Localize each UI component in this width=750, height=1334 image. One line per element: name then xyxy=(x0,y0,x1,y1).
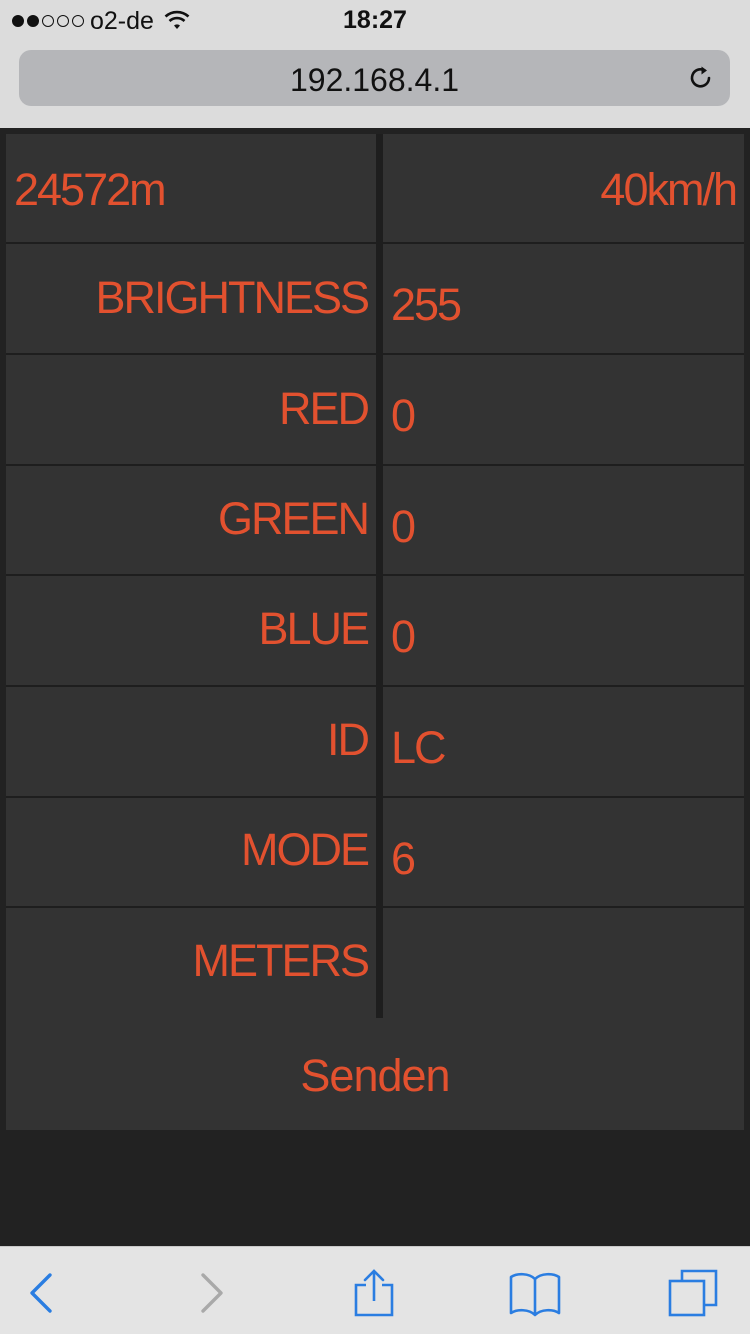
value-field-green[interactable]: 0 xyxy=(383,466,744,574)
setting-value-green[interactable]: 0 xyxy=(391,501,416,553)
tabs-icon[interactable] xyxy=(666,1265,722,1321)
distance-cell: 24572m xyxy=(6,134,376,242)
setting-value-blue[interactable]: 0 xyxy=(391,611,416,663)
setting-label-green: GREEN xyxy=(217,493,370,544)
forward-icon[interactable] xyxy=(183,1265,239,1321)
back-icon[interactable] xyxy=(14,1265,70,1321)
url-text[interactable]: 192.168.4.1 xyxy=(19,62,730,99)
value-field-blue[interactable]: 0 xyxy=(383,576,744,685)
label-cell-meters: METERS xyxy=(6,908,376,1018)
reload-icon[interactable] xyxy=(686,63,716,93)
status-time: 18:27 xyxy=(343,6,407,34)
share-icon[interactable] xyxy=(346,1265,402,1321)
bookmarks-icon[interactable] xyxy=(507,1265,563,1321)
browser-nav-bar: 192.168.4.1 xyxy=(0,40,750,128)
setting-label-mode: MODE xyxy=(241,824,370,875)
setting-value-brightness[interactable]: 255 xyxy=(391,279,462,331)
speed-readout: 40km/h xyxy=(600,164,738,215)
setting-value-red[interactable]: 0 xyxy=(391,390,416,442)
label-cell-green: GREEN xyxy=(6,466,376,574)
setting-label-brightness: BRIGHTNESS xyxy=(95,272,370,323)
setting-label-id: ID xyxy=(327,714,370,765)
setting-label-blue: BLUE xyxy=(258,603,370,654)
label-cell-red: RED xyxy=(6,355,376,464)
distance-readout: 24572m xyxy=(14,164,167,215)
settings-panel: 24572m 40km/h BRIGHTNESS 255 RED 0 GREEN… xyxy=(6,134,744,1130)
send-button[interactable]: Senden xyxy=(6,1018,744,1130)
value-field-brightness[interactable]: 255 xyxy=(383,244,744,353)
value-field-mode[interactable]: 6 xyxy=(383,798,744,906)
value-field-meters[interactable] xyxy=(383,908,744,1018)
value-field-id[interactable]: LC xyxy=(383,687,744,796)
setting-label-red: RED xyxy=(278,383,370,434)
speed-cell: 40km/h xyxy=(383,134,744,242)
share-button[interactable] xyxy=(346,1265,402,1321)
url-field[interactable]: 192.168.4.1 xyxy=(19,50,730,106)
label-cell-blue: BLUE xyxy=(6,576,376,685)
browser-toolbar xyxy=(0,1246,750,1334)
setting-value-id[interactable]: LC xyxy=(391,722,447,774)
label-cell-mode: MODE xyxy=(6,798,376,906)
back-button[interactable] xyxy=(14,1265,70,1321)
setting-label-meters: METERS xyxy=(192,935,370,986)
tabs-button[interactable] xyxy=(666,1265,722,1321)
value-field-red[interactable]: 0 xyxy=(383,355,744,464)
setting-value-mode[interactable]: 6 xyxy=(391,833,416,885)
status-bar: o2-de 18:27 xyxy=(0,0,750,40)
label-cell-id: ID xyxy=(6,687,376,796)
bookmarks-button[interactable] xyxy=(507,1265,563,1321)
forward-button[interactable] xyxy=(183,1265,239,1321)
label-cell-brightness: BRIGHTNESS xyxy=(6,244,376,353)
